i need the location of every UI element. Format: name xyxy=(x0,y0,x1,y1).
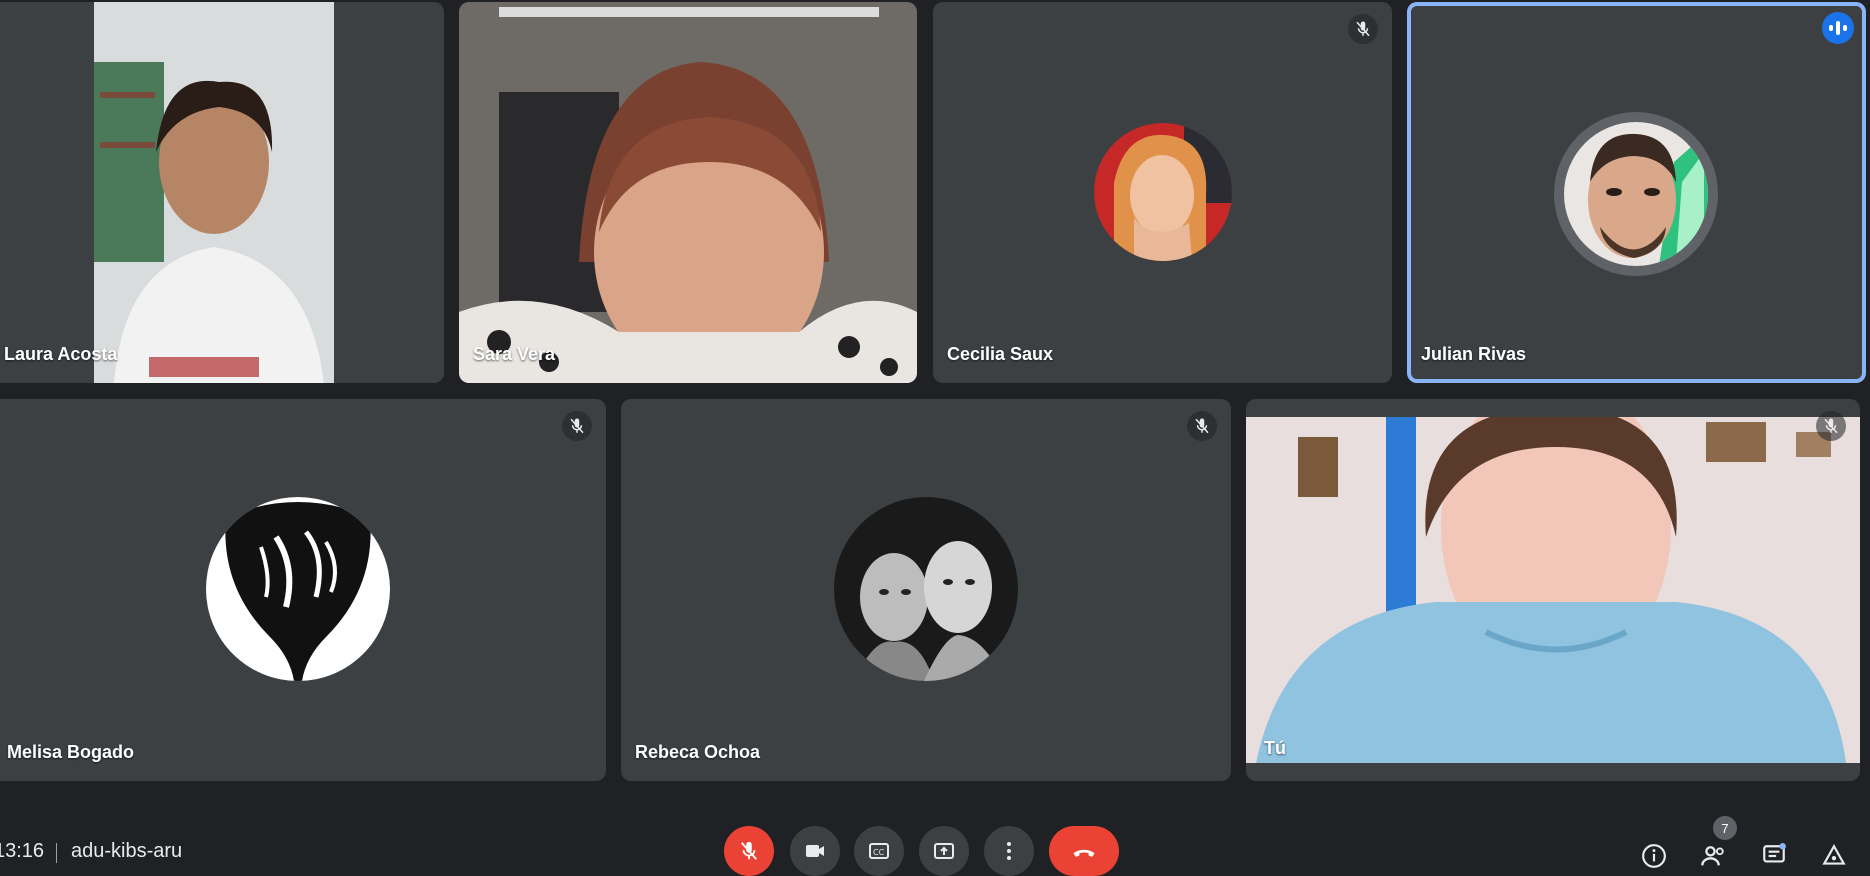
captions-icon: CC xyxy=(869,843,889,859)
more-options-icon xyxy=(1007,842,1011,860)
mic-off-icon xyxy=(1348,14,1378,44)
people-button[interactable] xyxy=(1694,836,1734,876)
camera-icon xyxy=(806,845,824,857)
people-count-badge: 7 xyxy=(1713,816,1737,840)
camera-toggle-button[interactable] xyxy=(790,826,840,876)
leave-call-button[interactable] xyxy=(1049,826,1119,876)
speaking-indicator-icon xyxy=(1822,12,1854,44)
participant-avatar xyxy=(1094,123,1232,261)
participant-video xyxy=(1246,399,1860,763)
participant-avatar xyxy=(1554,112,1718,276)
participant-video xyxy=(459,2,917,383)
chat-button[interactable] xyxy=(1754,836,1794,876)
mic-off-icon xyxy=(740,841,758,860)
participant-tile-cecilia-saux[interactable]: Cecilia Saux xyxy=(933,2,1392,383)
mic-off-icon xyxy=(1187,411,1217,441)
participant-name: Julian Rivas xyxy=(1421,344,1527,364)
participant-video xyxy=(94,2,334,383)
participant-tile-self[interactable]: Tú xyxy=(1246,399,1860,781)
present-icon xyxy=(934,843,954,859)
svg-text:CC: CC xyxy=(873,848,885,857)
mic-off-icon xyxy=(1816,411,1846,441)
info-icon xyxy=(1642,844,1666,868)
participant-tile-sara-vera[interactable]: Sara Vera xyxy=(459,2,917,383)
participant-avatar xyxy=(834,497,1018,681)
participant-tile-julian-rivas[interactable]: Julian Rivas xyxy=(1407,2,1866,383)
meeting-time: 13:16 xyxy=(0,840,45,862)
participant-tile-rebeca-ochoa[interactable]: Rebeca Ochoa xyxy=(621,399,1231,781)
end-call-icon xyxy=(1073,849,1095,857)
mic-off-icon xyxy=(562,411,592,441)
meeting-info-button[interactable] xyxy=(1634,836,1674,876)
participant-name: Rebeca Ochoa xyxy=(635,742,761,762)
participant-tile-melisa-bogado[interactable]: Melisa Bogado xyxy=(0,399,606,781)
captions-button[interactable]: CC xyxy=(854,826,904,876)
activities-button[interactable] xyxy=(1814,836,1854,876)
activities-icon xyxy=(1822,844,1846,865)
participant-name: Laura Acosta xyxy=(4,344,118,364)
meeting-control-bar: 13:16 adu-kibs-aru CC xyxy=(0,810,1870,876)
microphone-toggle-button[interactable] xyxy=(724,826,774,876)
participant-name: Melisa Bogado xyxy=(7,742,135,762)
participant-name: Tú xyxy=(1264,738,1286,758)
participant-avatar xyxy=(206,497,390,681)
more-options-button[interactable] xyxy=(984,826,1034,876)
divider xyxy=(56,843,57,863)
meeting-code: adu-kibs-aru xyxy=(71,840,183,862)
present-screen-button[interactable] xyxy=(919,826,969,876)
participant-tile-laura-acosta[interactable]: Laura Acosta xyxy=(0,2,444,383)
participant-name: Sara Vera xyxy=(473,344,556,364)
chat-icon xyxy=(1763,843,1786,863)
participant-name: Cecilia Saux xyxy=(947,344,1054,364)
people-icon xyxy=(1701,846,1724,866)
